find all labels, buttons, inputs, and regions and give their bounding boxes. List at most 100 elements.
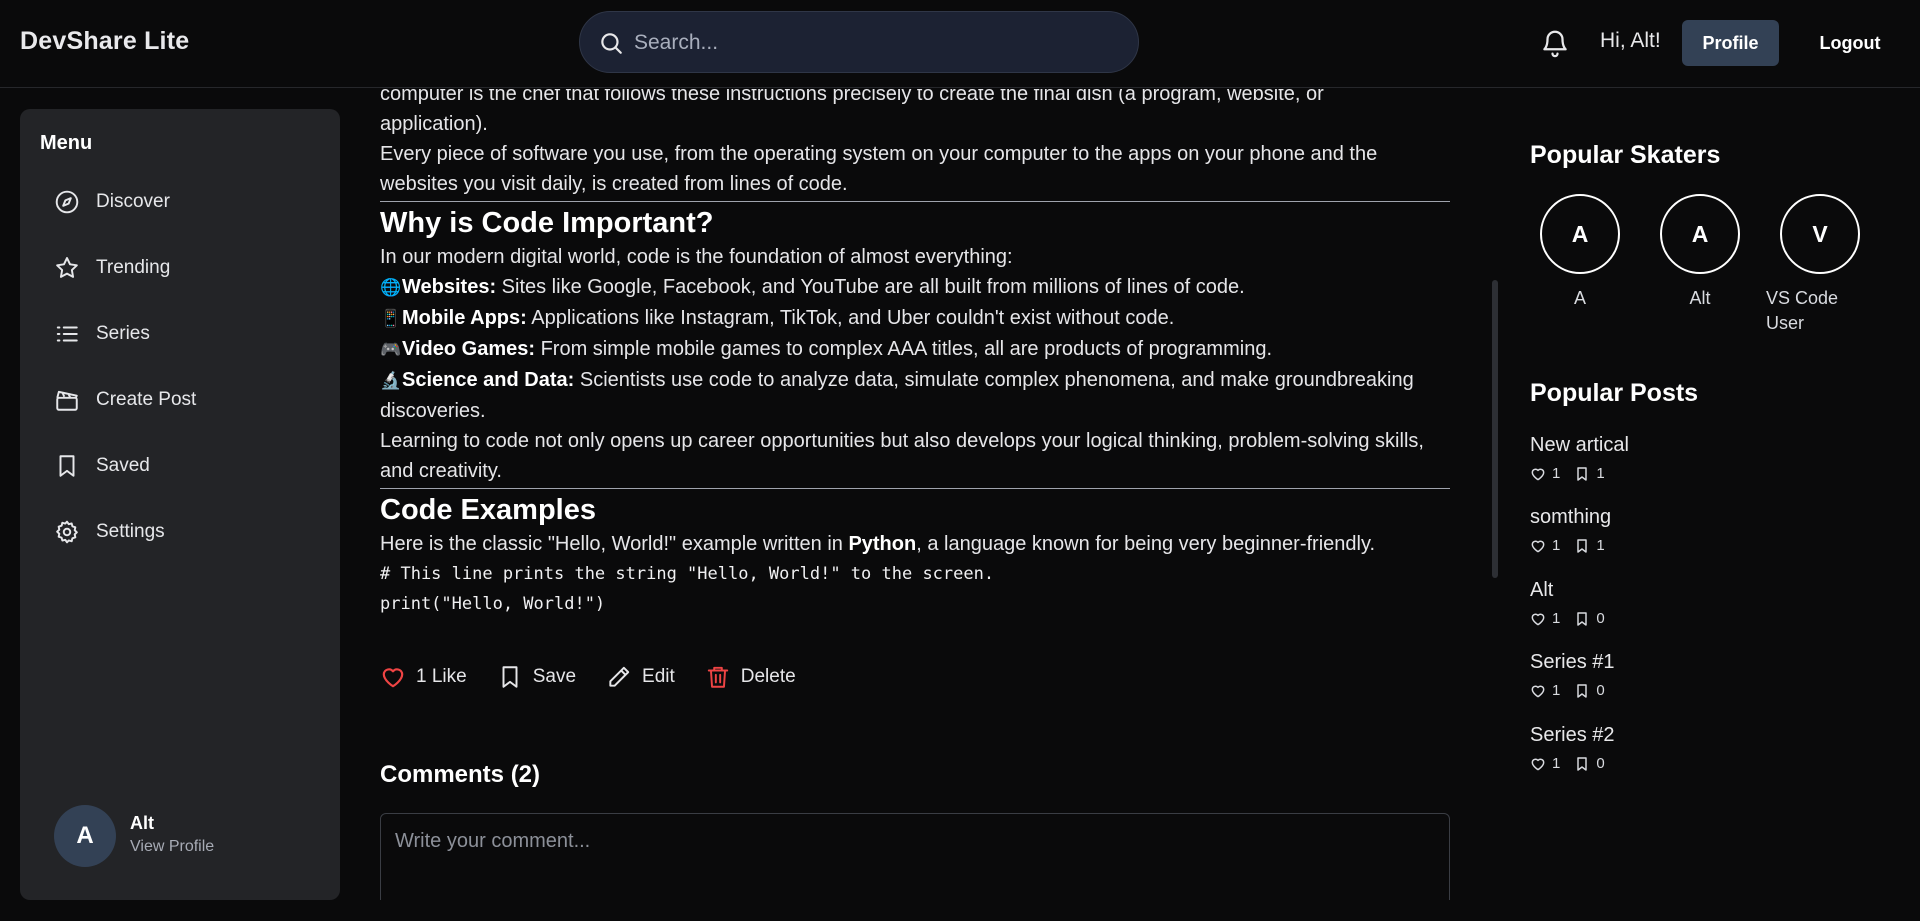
search-input[interactable] [634,24,1114,62]
avatar: A [1660,194,1740,274]
save-count: 1 [1596,537,1605,554]
article-text: application). [380,113,488,135]
sidebar-item-create-post[interactable]: Create Post [20,367,340,433]
bookmark-icon [1577,756,1588,771]
popular-post[interactable]: somthing 1 1 [1530,506,1890,554]
article-paragraph: Learning to code not only opens up caree… [380,430,1424,482]
post-title[interactable]: Alt [1530,579,1890,602]
post-title[interactable]: Series #1 [1530,651,1890,674]
post-title[interactable]: New artical [1530,434,1890,457]
sidebar-item-label: Series [96,323,150,344]
heart-icon [1531,540,1545,552]
brand-logo[interactable]: DevShare Lite [20,27,189,56]
sidebar-item-saved[interactable]: Saved [20,433,340,499]
sidebar-item-label: Settings [96,521,165,542]
save-count: 1 [1596,465,1605,482]
article-paragraph: Every piece of software you use, from th… [380,143,1378,195]
user-card[interactable]: A Alt View Profile [54,805,314,869]
microscope-icon: 🔬 [380,371,402,390]
like-count: 1 [1552,610,1561,627]
skater-card[interactable]: A A [1520,194,1640,311]
article-paragraph: In our modern digital world, code is the… [380,246,1013,268]
article-body: computer is the chef that follows these … [380,89,1450,619]
sidebar-item-label: Discover [96,191,170,212]
post-title[interactable]: somthing [1530,506,1890,529]
like-count: 1 [1552,537,1561,554]
menu-title: Menu [40,132,93,154]
view-profile-link[interactable]: View Profile [130,838,214,856]
bullet-text: Sites like Google, Facebook, and YouTube… [496,276,1245,298]
popular-post[interactable]: Series #2 1 0 [1530,724,1890,772]
heading-why-important: Why is Code Important? [380,207,714,239]
logout-button[interactable]: Logout [1808,20,1892,66]
scrollbar[interactable] [1492,280,1498,578]
avatar[interactable]: A [54,805,116,867]
section-divider [380,201,1450,202]
popular-skaters-title: Popular Skaters [1530,141,1721,169]
popular-post[interactable]: Alt 1 0 [1530,579,1890,627]
profile-button[interactable]: Profile [1682,20,1779,66]
skater-card[interactable]: A Alt [1640,194,1760,311]
sidebar-item-series[interactable]: Series [20,301,340,367]
post-stats: 1 0 [1530,755,1890,772]
comment-input[interactable] [380,813,1450,900]
heart-icon [1531,613,1545,625]
bookmark-icon [1577,611,1588,626]
delete-button[interactable]: Delete [705,664,796,690]
skater-card[interactable]: V VS Code User [1760,194,1880,336]
article-text: , a language known for being very beginn… [916,533,1376,555]
section-divider [380,488,1450,489]
like-label: 1 Like [416,666,467,687]
code-line: print("Hello, World!") [380,594,606,614]
compass-icon [55,190,79,214]
edit-label: Edit [642,666,675,687]
comments-title: Comments (2) [380,761,541,788]
post-stats: 1 0 [1530,610,1890,627]
search-bar[interactable] [579,11,1139,73]
skater-name: Alt [1689,288,1711,308]
heart-icon [1531,468,1545,480]
like-button[interactable]: 1 Like [380,664,467,690]
bookmark-icon [502,666,518,688]
article-bold: Python [848,533,917,555]
save-label: Save [532,666,577,687]
save-count: 0 [1596,610,1605,627]
bullet-item: 🎮Video Games: From simple mobile games t… [380,334,1450,365]
search-icon [601,33,622,54]
bell-icon[interactable] [1540,27,1570,59]
avatar: A [1540,194,1620,274]
bookmark-icon [1577,538,1588,553]
gamepad-icon: 🎮 [380,340,402,359]
post-stats: 1 0 [1530,682,1890,699]
popular-post[interactable]: New artical 1 1 [1530,434,1890,482]
heading-code-examples: Code Examples [380,494,596,526]
bullet-text: From simple mobile games to complex AAA … [535,338,1272,360]
bullet-label: Video Games: [402,338,536,360]
sidebar-item-label: Saved [96,455,150,476]
user-greeting: Hi, Alt! [1600,29,1661,52]
globe-icon: 🌐 [380,278,402,297]
bookmark-icon [1577,683,1588,698]
star-icon [56,257,78,278]
sidebar-item-trending[interactable]: Trending [20,235,340,301]
trash-icon [707,666,728,688]
edit-button[interactable]: Edit [606,664,675,690]
sidebar: Menu Discover Trending Series Create Pos… [20,109,340,900]
top-bar: DevShare Lite Hi, Alt! Profile Logout [0,0,1920,88]
bullet-text: Applications like Instagram, TikTok, and… [526,307,1175,329]
article-paragraph: Here is the classic "Hello, World!" exam… [380,529,1450,559]
save-button[interactable]: Save [497,664,576,690]
like-count: 1 [1552,465,1561,482]
main-content: computer is the chef that follows these … [380,89,1450,900]
post-title[interactable]: Series #2 [1530,724,1890,747]
like-count: 1 [1552,755,1561,772]
sidebar-item-discover[interactable]: Discover [20,169,340,235]
popular-post[interactable]: Series #1 1 0 [1530,651,1890,699]
code-line: # This line prints the string "Hello, Wo… [380,564,995,584]
delete-label: Delete [740,666,796,687]
skater-name: A [1573,288,1586,308]
heart-icon [382,668,404,688]
post-stats: 1 1 [1530,465,1890,482]
sidebar-item-settings[interactable]: Settings [20,499,340,565]
avatar: V [1780,194,1860,274]
